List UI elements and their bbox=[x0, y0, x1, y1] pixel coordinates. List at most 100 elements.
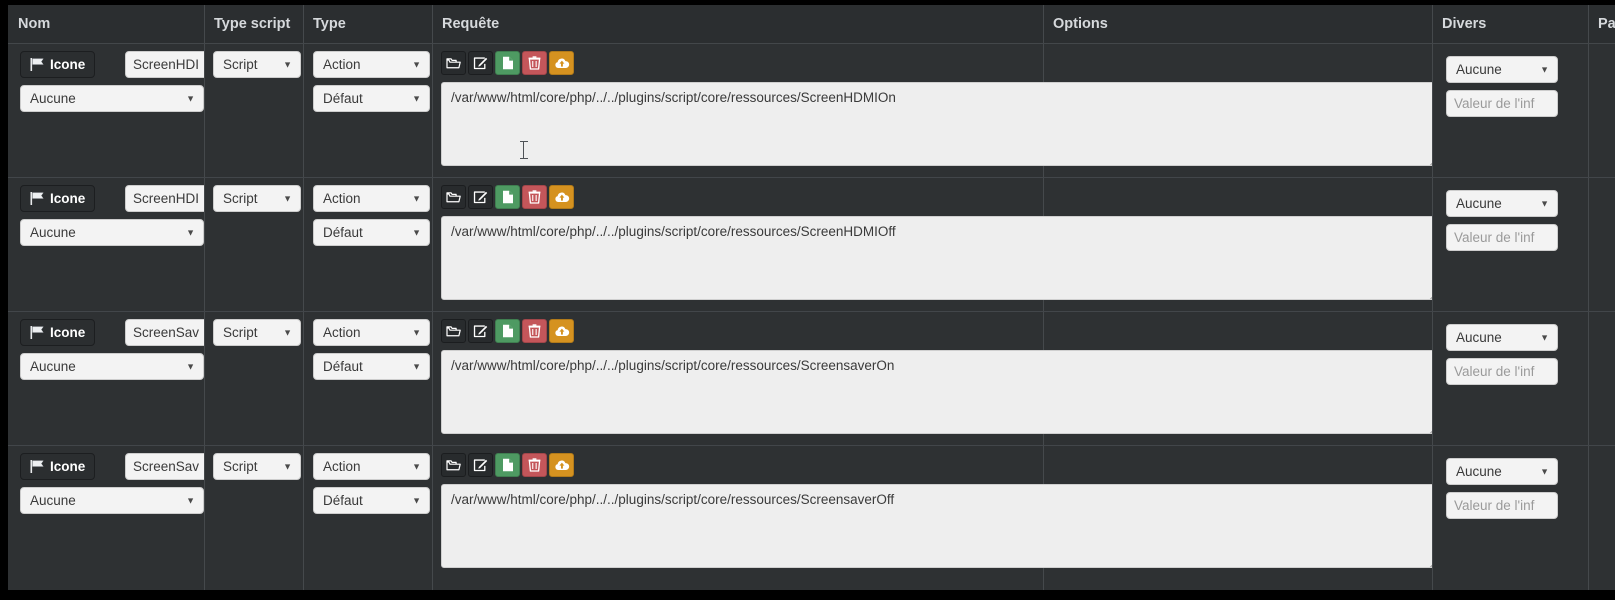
column-header-type[interactable]: Type bbox=[303, 5, 432, 43]
edit-icon[interactable] bbox=[468, 453, 493, 477]
icone-button[interactable]: Icone bbox=[20, 453, 96, 480]
chevron-down-icon: ▼ bbox=[283, 327, 292, 337]
folder-open-icon[interactable] bbox=[441, 51, 466, 75]
table-row: Icone ScreenSav Aucune ▼ Script ▼ Action… bbox=[8, 312, 1615, 446]
resize-grip-icon[interactable] bbox=[1423, 421, 1432, 433]
visibility-select-value: Aucune bbox=[30, 493, 76, 508]
cloud-upload-icon[interactable] bbox=[549, 185, 574, 209]
divers-select[interactable]: Aucune ▼ bbox=[1446, 324, 1558, 351]
divers-input[interactable]: Valeur de l'inf bbox=[1446, 358, 1558, 385]
column-header-parent[interactable]: Pa bbox=[1588, 5, 1615, 43]
resize-grip-icon[interactable] bbox=[1423, 153, 1432, 165]
trash-icon[interactable] bbox=[522, 51, 547, 75]
chevron-down-icon: ▼ bbox=[283, 193, 292, 203]
cloud-upload-icon[interactable] bbox=[549, 453, 574, 477]
cell-requete: /var/www/html/core/php/../../plugins/scr… bbox=[432, 178, 1432, 311]
column-header-options[interactable]: Options bbox=[1043, 5, 1432, 43]
requete-action-toolbar bbox=[441, 453, 574, 477]
subtype-select[interactable]: Défaut ▼ bbox=[313, 85, 430, 112]
folder-open-icon[interactable] bbox=[441, 453, 466, 477]
trash-icon[interactable] bbox=[522, 453, 547, 477]
chevron-down-icon: ▼ bbox=[412, 193, 421, 203]
chevron-down-icon: ▼ bbox=[412, 59, 421, 69]
divers-select-value: Aucune bbox=[1456, 196, 1502, 211]
icone-button[interactable]: Icone bbox=[20, 319, 96, 346]
subtype-select[interactable]: Défaut ▼ bbox=[313, 487, 430, 514]
resize-grip-icon[interactable] bbox=[1423, 287, 1432, 299]
column-header-type-script[interactable]: Type script bbox=[204, 5, 303, 43]
requete-textarea[interactable]: /var/www/html/core/php/../../plugins/scr… bbox=[441, 82, 1432, 166]
type-select[interactable]: Action ▼ bbox=[313, 453, 430, 480]
chevron-down-icon: ▼ bbox=[186, 361, 195, 371]
type-script-select[interactable]: Script ▼ bbox=[213, 319, 301, 346]
trash-icon[interactable] bbox=[522, 185, 547, 209]
edit-icon[interactable] bbox=[468, 51, 493, 75]
type-select[interactable]: Action ▼ bbox=[313, 51, 430, 78]
subtype-select[interactable]: Défaut ▼ bbox=[313, 219, 430, 246]
file-icon[interactable] bbox=[495, 453, 520, 477]
chevron-down-icon: ▼ bbox=[1540, 466, 1549, 476]
cell-type-script: Script ▼ bbox=[204, 44, 303, 177]
type-select[interactable]: Action ▼ bbox=[313, 319, 430, 346]
name-input[interactable]: ScreenHDI bbox=[125, 185, 204, 212]
icone-button-label: Icone bbox=[50, 57, 86, 72]
chevron-down-icon: ▼ bbox=[283, 59, 292, 69]
icone-button[interactable]: Icone bbox=[20, 51, 96, 78]
divers-select[interactable]: Aucune ▼ bbox=[1446, 56, 1558, 83]
edit-icon[interactable] bbox=[468, 185, 493, 209]
type-script-select[interactable]: Script ▼ bbox=[213, 453, 301, 480]
folder-open-icon[interactable] bbox=[441, 185, 466, 209]
cell-parent bbox=[1588, 312, 1615, 445]
visibility-select[interactable]: Aucune ▼ bbox=[20, 85, 204, 112]
cell-type: Action ▼ Défaut ▼ bbox=[303, 44, 432, 177]
chevron-down-icon: ▼ bbox=[283, 461, 292, 471]
file-icon[interactable] bbox=[495, 319, 520, 343]
visibility-select[interactable]: Aucune ▼ bbox=[20, 487, 204, 514]
visibility-select[interactable]: Aucune ▼ bbox=[20, 353, 204, 380]
type-select-value: Action bbox=[323, 191, 361, 206]
visibility-select-value: Aucune bbox=[30, 91, 76, 106]
column-header-nom[interactable]: Nom bbox=[8, 5, 204, 43]
cloud-upload-icon[interactable] bbox=[549, 51, 574, 75]
type-select[interactable]: Action ▼ bbox=[313, 185, 430, 212]
icone-button[interactable]: Icone bbox=[20, 185, 96, 212]
name-input[interactable]: ScreenSav bbox=[125, 453, 204, 480]
column-header-requete[interactable]: Requête bbox=[432, 5, 1043, 43]
divers-select[interactable]: Aucune ▼ bbox=[1446, 458, 1558, 485]
requete-action-toolbar bbox=[441, 51, 574, 75]
divers-input[interactable]: Valeur de l'inf bbox=[1446, 90, 1558, 117]
folder-open-icon[interactable] bbox=[441, 319, 466, 343]
chevron-down-icon: ▼ bbox=[412, 361, 421, 371]
chevron-down-icon: ▼ bbox=[186, 227, 195, 237]
chevron-down-icon: ▼ bbox=[412, 93, 421, 103]
cell-type-script: Script ▼ bbox=[204, 446, 303, 590]
visibility-select[interactable]: Aucune ▼ bbox=[20, 219, 204, 246]
column-header-divers[interactable]: Divers bbox=[1432, 5, 1588, 43]
edit-icon[interactable] bbox=[468, 319, 493, 343]
type-script-select[interactable]: Script ▼ bbox=[213, 51, 301, 78]
subtype-select[interactable]: Défaut ▼ bbox=[313, 353, 430, 380]
requete-textarea[interactable]: /var/www/html/core/php/../../plugins/scr… bbox=[441, 350, 1432, 434]
requete-textarea[interactable]: /var/www/html/core/php/../../plugins/scr… bbox=[441, 216, 1432, 300]
chevron-down-icon: ▼ bbox=[186, 495, 195, 505]
name-input[interactable]: ScreenHDI bbox=[125, 51, 204, 78]
requete-textarea[interactable]: /var/www/html/core/php/../../plugins/scr… bbox=[441, 484, 1432, 568]
cell-divers: Aucune ▼ Valeur de l'inf bbox=[1432, 44, 1588, 177]
type-script-select[interactable]: Script ▼ bbox=[213, 185, 301, 212]
name-input[interactable]: ScreenSav bbox=[125, 319, 204, 346]
type-script-select-value: Script bbox=[223, 57, 258, 72]
table-body: Icone ScreenHDI Aucune ▼ Script ▼ Action… bbox=[8, 44, 1615, 590]
divers-input[interactable]: Valeur de l'inf bbox=[1446, 492, 1558, 519]
script-commands-table: Nom Type script Type Requête Options Div… bbox=[8, 5, 1615, 590]
chevron-down-icon: ▼ bbox=[412, 227, 421, 237]
divers-input[interactable]: Valeur de l'inf bbox=[1446, 224, 1558, 251]
file-icon[interactable] bbox=[495, 185, 520, 209]
cloud-upload-icon[interactable] bbox=[549, 319, 574, 343]
chevron-down-icon: ▼ bbox=[1540, 198, 1549, 208]
divers-select[interactable]: Aucune ▼ bbox=[1446, 190, 1558, 217]
trash-icon[interactable] bbox=[522, 319, 547, 343]
resize-grip-icon[interactable] bbox=[1423, 555, 1432, 567]
file-icon[interactable] bbox=[495, 51, 520, 75]
chevron-down-icon: ▼ bbox=[412, 461, 421, 471]
subtype-select-value: Défaut bbox=[323, 91, 363, 106]
